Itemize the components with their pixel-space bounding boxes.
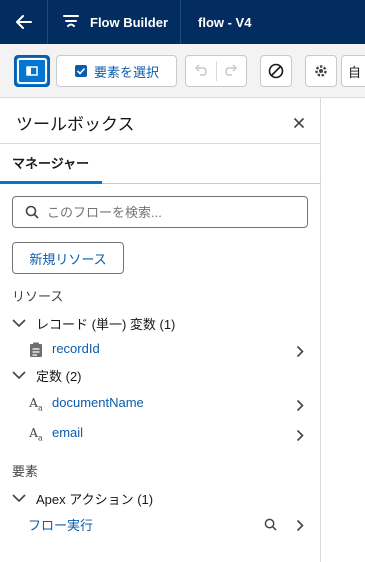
elements-heading: 要素 — [12, 464, 39, 479]
undo-icon — [194, 64, 207, 76]
toolbar: 要素を選択 自 — [0, 44, 365, 98]
text-type-icon: Aa — [29, 395, 43, 413]
select-elements-label: 要素を選択 — [93, 64, 159, 80]
group-record-variables[interactable]: レコード (単一) 変数 (1) — [12, 312, 175, 334]
list-item-email[interactable]: Aa email — [0, 420, 321, 448]
close-icon — [293, 117, 305, 129]
app-header: Flow Builder flow - V4 — [0, 0, 365, 44]
auto-layout-label: 自 — [348, 64, 362, 80]
list-item-flow-execute[interactable]: フロー実行 — [0, 510, 321, 538]
undo-button[interactable] — [194, 63, 208, 77]
item-label: email — [52, 425, 84, 440]
resources-heading: リソース — [12, 289, 64, 304]
undo-redo-group — [185, 55, 247, 87]
item-label: documentName — [52, 395, 144, 410]
chevron-down-icon — [12, 370, 30, 380]
group-constants-label: 定数 (2) — [36, 368, 82, 384]
group-record-variables-label: レコード (単一) 変数 (1) — [36, 316, 176, 332]
back-button[interactable] — [0, 0, 48, 44]
checkbox-icon — [74, 65, 87, 77]
chevron-down-icon — [12, 493, 30, 503]
tab-manager-label: マネージャー — [12, 156, 90, 171]
panel-title: ツールボックス — [16, 115, 135, 134]
toolbox-panel: ツールボックス マネージャー 新規リソース リソース レコード (単一) 変数 … — [0, 98, 321, 562]
search-box — [12, 196, 308, 228]
settings-button[interactable] — [305, 55, 337, 87]
deactivate-button[interactable] — [260, 55, 292, 87]
chevron-right-icon — [296, 428, 308, 442]
group-apex-actions[interactable]: Apex アクション (1) — [12, 487, 153, 509]
item-label: recordId — [52, 341, 100, 356]
search-icon — [25, 205, 39, 219]
button-divider — [216, 61, 217, 81]
group-apex-actions-label: Apex アクション (1) — [36, 491, 154, 507]
new-resource-button[interactable]: 新規リソース — [12, 242, 124, 274]
app-brand: Flow Builder — [48, 0, 181, 44]
chevron-right-icon — [296, 344, 308, 358]
redo-icon — [225, 64, 238, 76]
toggle-toolbox-button[interactable] — [14, 55, 50, 87]
list-item-recordId[interactable]: recordId — [0, 336, 321, 364]
list-item-documentName[interactable]: Aa documentName — [0, 390, 321, 418]
chevron-down-icon — [12, 318, 30, 328]
text-type-icon: Aa — [29, 425, 43, 443]
search-input[interactable] — [47, 204, 287, 220]
block-icon — [268, 63, 284, 79]
redo-button[interactable] — [224, 63, 238, 77]
select-elements-button[interactable]: 要素を選択 — [56, 55, 177, 87]
flow-logo-icon — [62, 13, 80, 31]
gear-icon — [315, 65, 327, 77]
tab-manager[interactable]: マネージャー — [0, 144, 102, 184]
chevron-right-icon — [296, 518, 308, 532]
auto-layout-button[interactable]: 自 — [341, 55, 365, 87]
item-label: フロー実行 — [28, 518, 94, 533]
app-name: Flow Builder — [90, 14, 168, 30]
back-arrow-icon — [15, 15, 32, 29]
flow-title: flow - V4 — [198, 14, 252, 30]
search-icon[interactable] — [264, 517, 278, 531]
clipboard-icon — [28, 341, 44, 359]
group-constants[interactable]: 定数 (2) — [12, 364, 82, 386]
tab-bar: マネージャー — [0, 143, 321, 184]
close-panel-button[interactable] — [291, 115, 307, 131]
chevron-right-icon — [296, 398, 308, 412]
panel-toggle-icon — [17, 58, 47, 84]
new-resource-label: 新規リソース — [29, 251, 107, 267]
